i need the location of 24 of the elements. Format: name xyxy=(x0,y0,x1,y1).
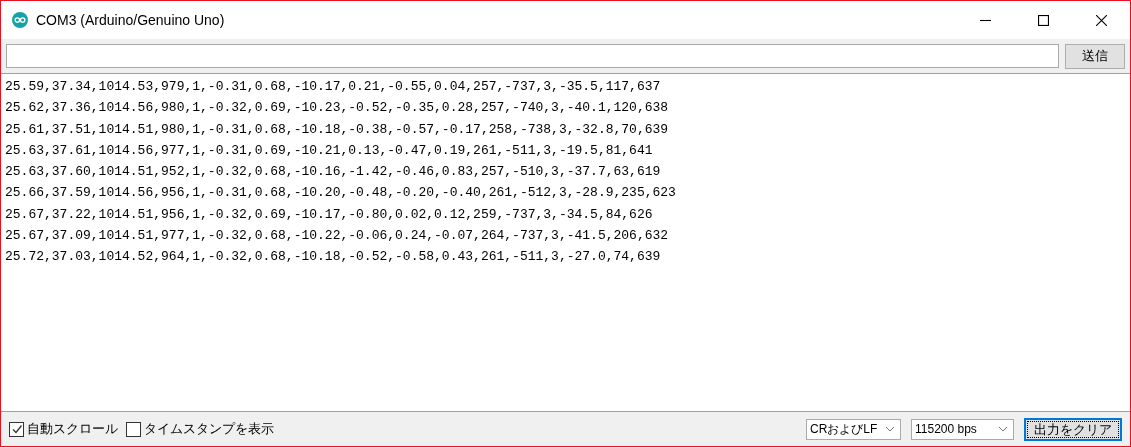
window-title: COM3 (Arduino/Genuino Uno) xyxy=(36,12,225,28)
output-line: 25.63,37.60,1014.51,952,1,-0.32,0.68,-10.16,-1.42,-0.46,0.83,257,-510,3,-37.7,63,619 xyxy=(5,163,661,182)
checkbox[interactable] xyxy=(9,421,24,437)
input-field[interactable] xyxy=(6,44,1059,68)
maximize-icon xyxy=(1037,14,1049,26)
output-line: 25.62,37.36,1014.56,980,1,-0.32,0.69,-10.23,-0.52,-0.35,0.28,257,-740,3,-40.1,120,638 xyxy=(5,99,669,118)
chevron-down-icon xyxy=(998,426,1008,432)
close-icon xyxy=(1095,14,1107,26)
output-line: 25.67,37.09,1014.51,977,1,-0.32,0.68,-10.22,-0.06,0.24,-0.07,264,-737,3,-41.5,206,632 xyxy=(5,227,669,246)
output-line: 25.61,37.51,1014.51,980,1,-0.31,0.68,-10.18,-0.38,-0.57,-0.17,258,-738,3,-32.8,70,639 xyxy=(5,120,669,139)
output-line: 25.72,37.03,1014.52,964,1,-0.32,0.68,-10.18,-0.52,-0.58,0.43,261,-511,3,-27.0,74,639 xyxy=(5,248,661,267)
output-line: 25.63,37.61,1014.56,977,1,-0.31,0.69,-10.21,0.13,-0.47,0.19,261,-511,3,-19.5,81,641 xyxy=(5,141,653,160)
checkbox[interactable] xyxy=(126,421,141,437)
line-ending-dropdown[interactable]: CRおよびLF xyxy=(806,418,901,440)
output-line: 25.66,37.59,1014.56,956,1,-0.31,0.68,-10.20,-0.48,-0.20,-0.40,261,-512,3,-28.9,235,623 xyxy=(5,184,676,203)
app-logo-icon xyxy=(12,12,28,28)
send-button[interactable]: 送信 xyxy=(1065,43,1125,69)
checkbox-label: 自動スクロール xyxy=(27,420,118,438)
baud-rate-dropdown[interactable]: 115200 bps xyxy=(911,418,1014,440)
clear-output-button[interactable]: 出力をクリア xyxy=(1024,417,1122,441)
output-line: 25.67,37.22,1014.51,956,1,-0.32,0.69,-10.17,-0.80,0.02,0.12,259,-737,3,-34.5,84,626 xyxy=(5,205,653,224)
chevron-down-icon xyxy=(885,426,895,432)
checkbox-label: タイムスタンプを表示 xyxy=(144,420,274,438)
output-line: 25.59,37.34,1014.53,979,1,-0.31,0.68,-10.17,0.21,-0.55,0.04,257,-737,3,-35.5,117,637 xyxy=(5,78,661,96)
